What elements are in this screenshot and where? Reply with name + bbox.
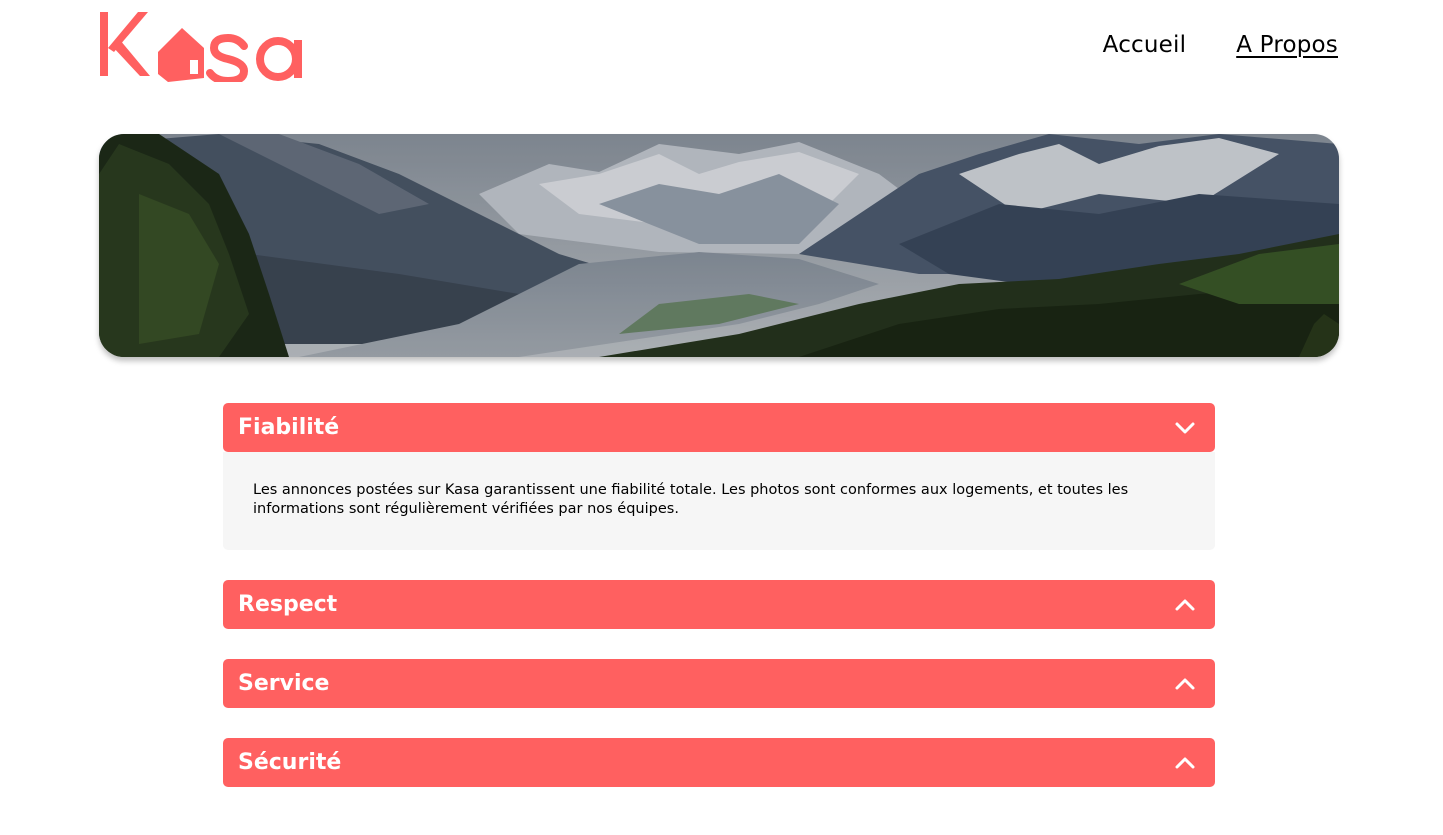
chevron-up-icon[interactable] — [1173, 751, 1197, 775]
accordion-header-respect[interactable]: Respect — [223, 580, 1215, 629]
accordion-content-fiabilite: Les annonces postées sur Kasa garantisse… — [223, 452, 1215, 550]
values-accordion: Fiabilité Les annonces postées sur Kasa … — [223, 403, 1215, 817]
site-header: Accueil A Propos — [0, 0, 1443, 110]
nav-link-a-propos[interactable]: A Propos — [1236, 32, 1338, 58]
chevron-down-icon[interactable] — [1173, 416, 1197, 440]
accordion-header-service[interactable]: Service — [223, 659, 1215, 708]
accordion-title: Sécurité — [238, 750, 342, 775]
nav-link-accueil[interactable]: Accueil — [1103, 32, 1187, 58]
main-nav: Accueil A Propos — [1103, 32, 1338, 58]
accordion-title: Service — [238, 671, 330, 696]
accordion-item-respect: Respect — [223, 580, 1215, 629]
about-banner-image — [99, 134, 1339, 357]
accordion-item-fiabilite: Fiabilité Les annonces postées sur Kasa … — [223, 403, 1215, 550]
kasa-logo[interactable] — [98, 8, 312, 86]
kasa-logo-graphic — [100, 12, 302, 86]
accordion-title: Respect — [238, 592, 338, 617]
accordion-item-service: Service — [223, 659, 1215, 708]
accordion-item-securite: Sécurité — [223, 738, 1215, 787]
accordion-header-securite[interactable]: Sécurité — [223, 738, 1215, 787]
accordion-header-fiabilite[interactable]: Fiabilité — [223, 403, 1215, 452]
chevron-up-icon[interactable] — [1173, 593, 1197, 617]
accordion-title: Fiabilité — [238, 415, 340, 440]
mountain-landscape-image — [99, 134, 1339, 357]
accordion-content-text: Les annonces postées sur Kasa garantisse… — [253, 482, 1129, 517]
chevron-up-icon[interactable] — [1173, 672, 1197, 696]
